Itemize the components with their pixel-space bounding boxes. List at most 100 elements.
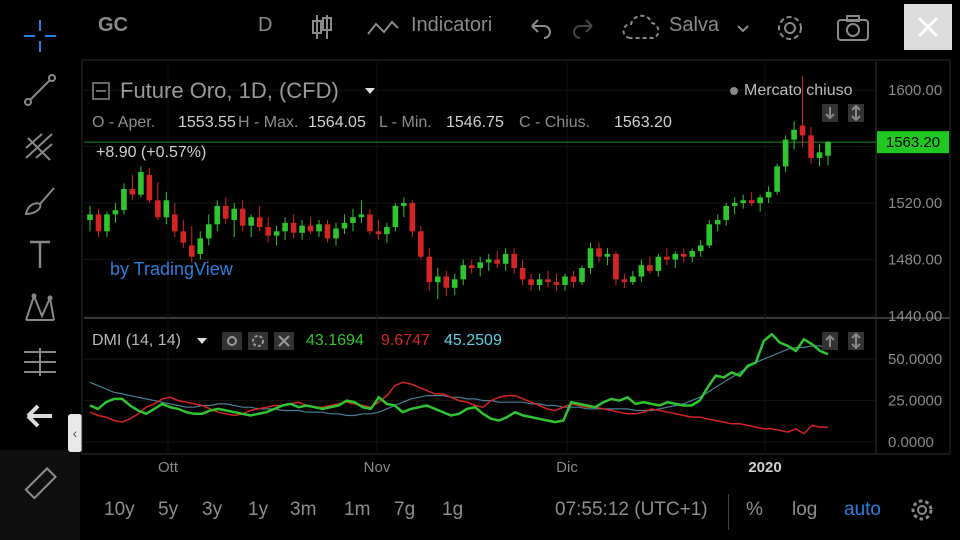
tradingview-watermark[interactable]: by TradingView <box>110 259 233 280</box>
candle-body <box>782 139 789 167</box>
last-price-tag-label: 1563.20 <box>886 134 940 151</box>
change-value: +8.90 (+0.57%) <box>96 144 207 161</box>
candle-body <box>765 191 772 198</box>
candle-body <box>468 265 475 269</box>
auto-toggle[interactable]: auto <box>844 499 881 521</box>
low-value: 1546.75 <box>446 114 504 131</box>
candle-body <box>714 220 721 225</box>
candle-body <box>672 253 679 260</box>
candle-body <box>392 205 399 228</box>
dmi-plus-di-value: 43.1694 <box>306 332 364 349</box>
candle-body <box>587 248 594 269</box>
candle-body <box>146 174 153 201</box>
candle-body <box>282 222 288 232</box>
dmi-legend: DMI (14, 14) 43.1694 9.6747 45.2509 <box>92 332 532 352</box>
candle-body <box>333 228 339 239</box>
dmi-chevron-icon[interactable] <box>196 337 208 345</box>
candle-body <box>808 135 814 158</box>
log-toggle[interactable]: log <box>792 499 817 521</box>
maximize-pane-icon[interactable] <box>848 104 864 122</box>
clock-time[interactable]: 07:55:12 (UTC+1) <box>555 499 708 521</box>
range-3m[interactable]: 3m <box>290 499 316 521</box>
market-status: Mercato chiuso <box>730 82 853 100</box>
candle-body <box>239 208 246 226</box>
dmi-visibility-icon[interactable] <box>222 332 242 350</box>
collapse-legend-icon[interactable] <box>92 82 110 100</box>
candle-body <box>553 282 560 285</box>
candle-body <box>638 265 645 277</box>
candle-body <box>748 200 755 204</box>
candle-body <box>536 279 543 285</box>
candle-body <box>434 276 441 283</box>
open-label: O - Aper. <box>92 114 156 131</box>
candle-body <box>265 227 271 236</box>
candle-body <box>367 214 373 232</box>
candle-body <box>528 279 534 285</box>
candle-body <box>562 276 568 285</box>
candle-body <box>87 214 93 221</box>
candle-body <box>121 189 127 211</box>
candle-body <box>570 276 577 283</box>
low-label: L - Min. <box>379 114 432 131</box>
range-10y[interactable]: 10y <box>104 499 135 521</box>
settings-gear-icon[interactable] <box>910 498 934 528</box>
range-1m[interactable]: 1m <box>344 499 370 521</box>
bottom-toolbar: 10y 5y 3y 1y 3m 1m 7g 1g 07:55:12 (UTC+1… <box>82 486 960 540</box>
range-1d[interactable]: 1g <box>442 499 463 521</box>
dmi-move-up-icon[interactable] <box>822 332 838 350</box>
candle-body <box>155 200 161 218</box>
candle-body <box>180 231 187 243</box>
symbol-title[interactable]: Future Oro, 1D, (CFD) <box>120 78 339 104</box>
candle-body <box>299 225 305 233</box>
candle-body <box>451 279 458 288</box>
candle-body <box>95 214 102 232</box>
dmi-tick-label: 0.0000 <box>888 434 934 451</box>
candle-body <box>706 224 713 246</box>
candle-body <box>341 222 348 229</box>
dmi-tick-label: 25.0000 <box>888 393 942 410</box>
candle-body <box>188 245 195 257</box>
candle-body <box>138 172 144 195</box>
open-value: 1553.55 <box>178 114 236 131</box>
candle-body <box>290 222 297 233</box>
candle-body <box>307 225 314 232</box>
candle-body <box>494 259 500 264</box>
dmi-maximize-icon[interactable] <box>848 332 864 350</box>
candle-body <box>689 251 696 257</box>
candle-body <box>163 200 170 218</box>
candle-body <box>324 224 331 239</box>
market-status-label: Mercato chiuso <box>744 82 853 99</box>
candle-body <box>545 279 551 283</box>
candle-body <box>757 197 763 204</box>
candle-body <box>273 231 280 236</box>
time-tick-label: Nov <box>364 459 391 476</box>
candle-body <box>384 227 390 235</box>
range-5y[interactable]: 5y <box>158 499 178 521</box>
candle-body <box>519 268 526 280</box>
candle-body <box>104 214 110 232</box>
price-tick-label: 1480.00 <box>888 252 942 269</box>
range-3y[interactable]: 3y <box>202 499 222 521</box>
title-chevron-icon[interactable] <box>364 87 376 95</box>
time-tick-label: 2020 <box>748 459 781 476</box>
percent-toggle[interactable]: % <box>746 499 763 521</box>
price-tick-label: 1520.00 <box>888 195 942 212</box>
dmi-remove-icon[interactable] <box>274 332 294 350</box>
candle-body <box>248 217 254 226</box>
candle-body <box>409 203 416 232</box>
candle-body <box>222 205 229 219</box>
candle-body <box>477 262 484 269</box>
candle-body <box>214 205 221 225</box>
candle-body <box>740 200 746 204</box>
candle-body <box>774 166 780 192</box>
dmi-settings-icon[interactable] <box>248 332 268 350</box>
candle-body <box>401 203 407 206</box>
ohlc-legend: O - Aper. 1553.55 H - Max. 1564.05 L - M… <box>92 114 692 134</box>
candle-body <box>655 256 662 271</box>
candle-body <box>630 276 636 283</box>
range-7d[interactable]: 7g <box>394 499 415 521</box>
candle-body <box>256 217 263 228</box>
move-down-icon[interactable] <box>822 104 838 122</box>
dmi-title[interactable]: DMI (14, 14) <box>92 332 181 350</box>
range-1y[interactable]: 1y <box>248 499 268 521</box>
